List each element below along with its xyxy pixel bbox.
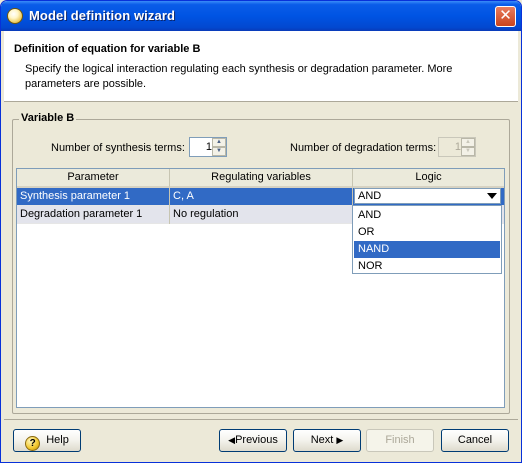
title-bar[interactable]: Model definition wizard ✕	[1, 1, 521, 31]
dropdown-option-or[interactable]: OR	[354, 224, 500, 241]
regulating-cell[interactable]: C, A	[170, 188, 353, 206]
spin-up-icon[interactable]: ▲	[212, 138, 226, 147]
degradation-terms-label: Number of degradation terms:	[290, 142, 437, 154]
app-icon	[7, 8, 23, 24]
wizard-window: Model definition wizard ✕ Definition of …	[0, 0, 522, 463]
logic-dropdown-list[interactable]: AND OR NAND NOR	[352, 205, 502, 274]
synthesis-terms-label: Number of synthesis terms:	[51, 142, 185, 154]
logic-combobox[interactable]: AND	[354, 188, 501, 204]
help-icon: ?	[25, 436, 41, 451]
header-title: Definition of equation for variable B	[14, 43, 201, 55]
cancel-label: Cancel	[457, 434, 493, 446]
group-label: Variable B	[19, 112, 77, 124]
chevron-down-icon[interactable]	[486, 190, 498, 202]
right-triangle-icon: ▶	[336, 435, 344, 445]
help-button[interactable]: ? Help	[13, 429, 81, 452]
parameter-cell[interactable]: Degradation parameter 1	[17, 206, 170, 224]
close-icon: ✕	[499, 7, 512, 24]
dropdown-option-and[interactable]: AND	[354, 207, 500, 224]
next-label: Next	[310, 434, 334, 446]
dropdown-option-nor[interactable]: NOR	[354, 258, 500, 275]
spin-down-icon[interactable]: ▼	[212, 147, 226, 156]
header-description: Specify the logical interaction regulati…	[25, 63, 453, 90]
parameter-table[interactable]: Parameter Regulating variables Logic Syn…	[16, 168, 505, 408]
degradation-terms-value: 1	[454, 141, 461, 153]
column-header-logic[interactable]: Logic	[353, 169, 504, 188]
synthesis-terms-value: 1	[205, 141, 212, 153]
finish-button: Finish	[366, 429, 434, 452]
help-label: Help	[46, 434, 69, 446]
spin-up-icon: ▲	[461, 138, 475, 147]
column-header-regulating[interactable]: Regulating variables	[170, 169, 353, 188]
column-header-parameter[interactable]: Parameter	[17, 169, 170, 188]
footer-divider	[4, 419, 518, 420]
close-button[interactable]: ✕	[495, 6, 516, 27]
next-button[interactable]: Next ▶	[293, 429, 361, 452]
spin-down-icon: ▼	[461, 147, 475, 156]
dropdown-option-nand[interactable]: NAND	[354, 241, 500, 258]
header-panel: Definition of equation for variable B Sp…	[4, 31, 518, 102]
previous-button[interactable]: ◀Previous	[219, 429, 287, 452]
logic-combobox-value: AND	[358, 190, 382, 202]
degradation-terms-spinner: 1 ▲ ▼	[438, 137, 476, 157]
previous-label: Previous	[235, 434, 278, 446]
regulating-cell[interactable]: No regulation	[170, 206, 353, 224]
cancel-button[interactable]: Cancel	[441, 429, 509, 452]
finish-label: Finish	[385, 434, 415, 446]
synthesis-terms-spinner[interactable]: 1 ▲ ▼	[189, 137, 227, 157]
window-title: Model definition wizard	[29, 8, 176, 23]
parameter-cell[interactable]: Synthesis parameter 1	[17, 188, 170, 206]
